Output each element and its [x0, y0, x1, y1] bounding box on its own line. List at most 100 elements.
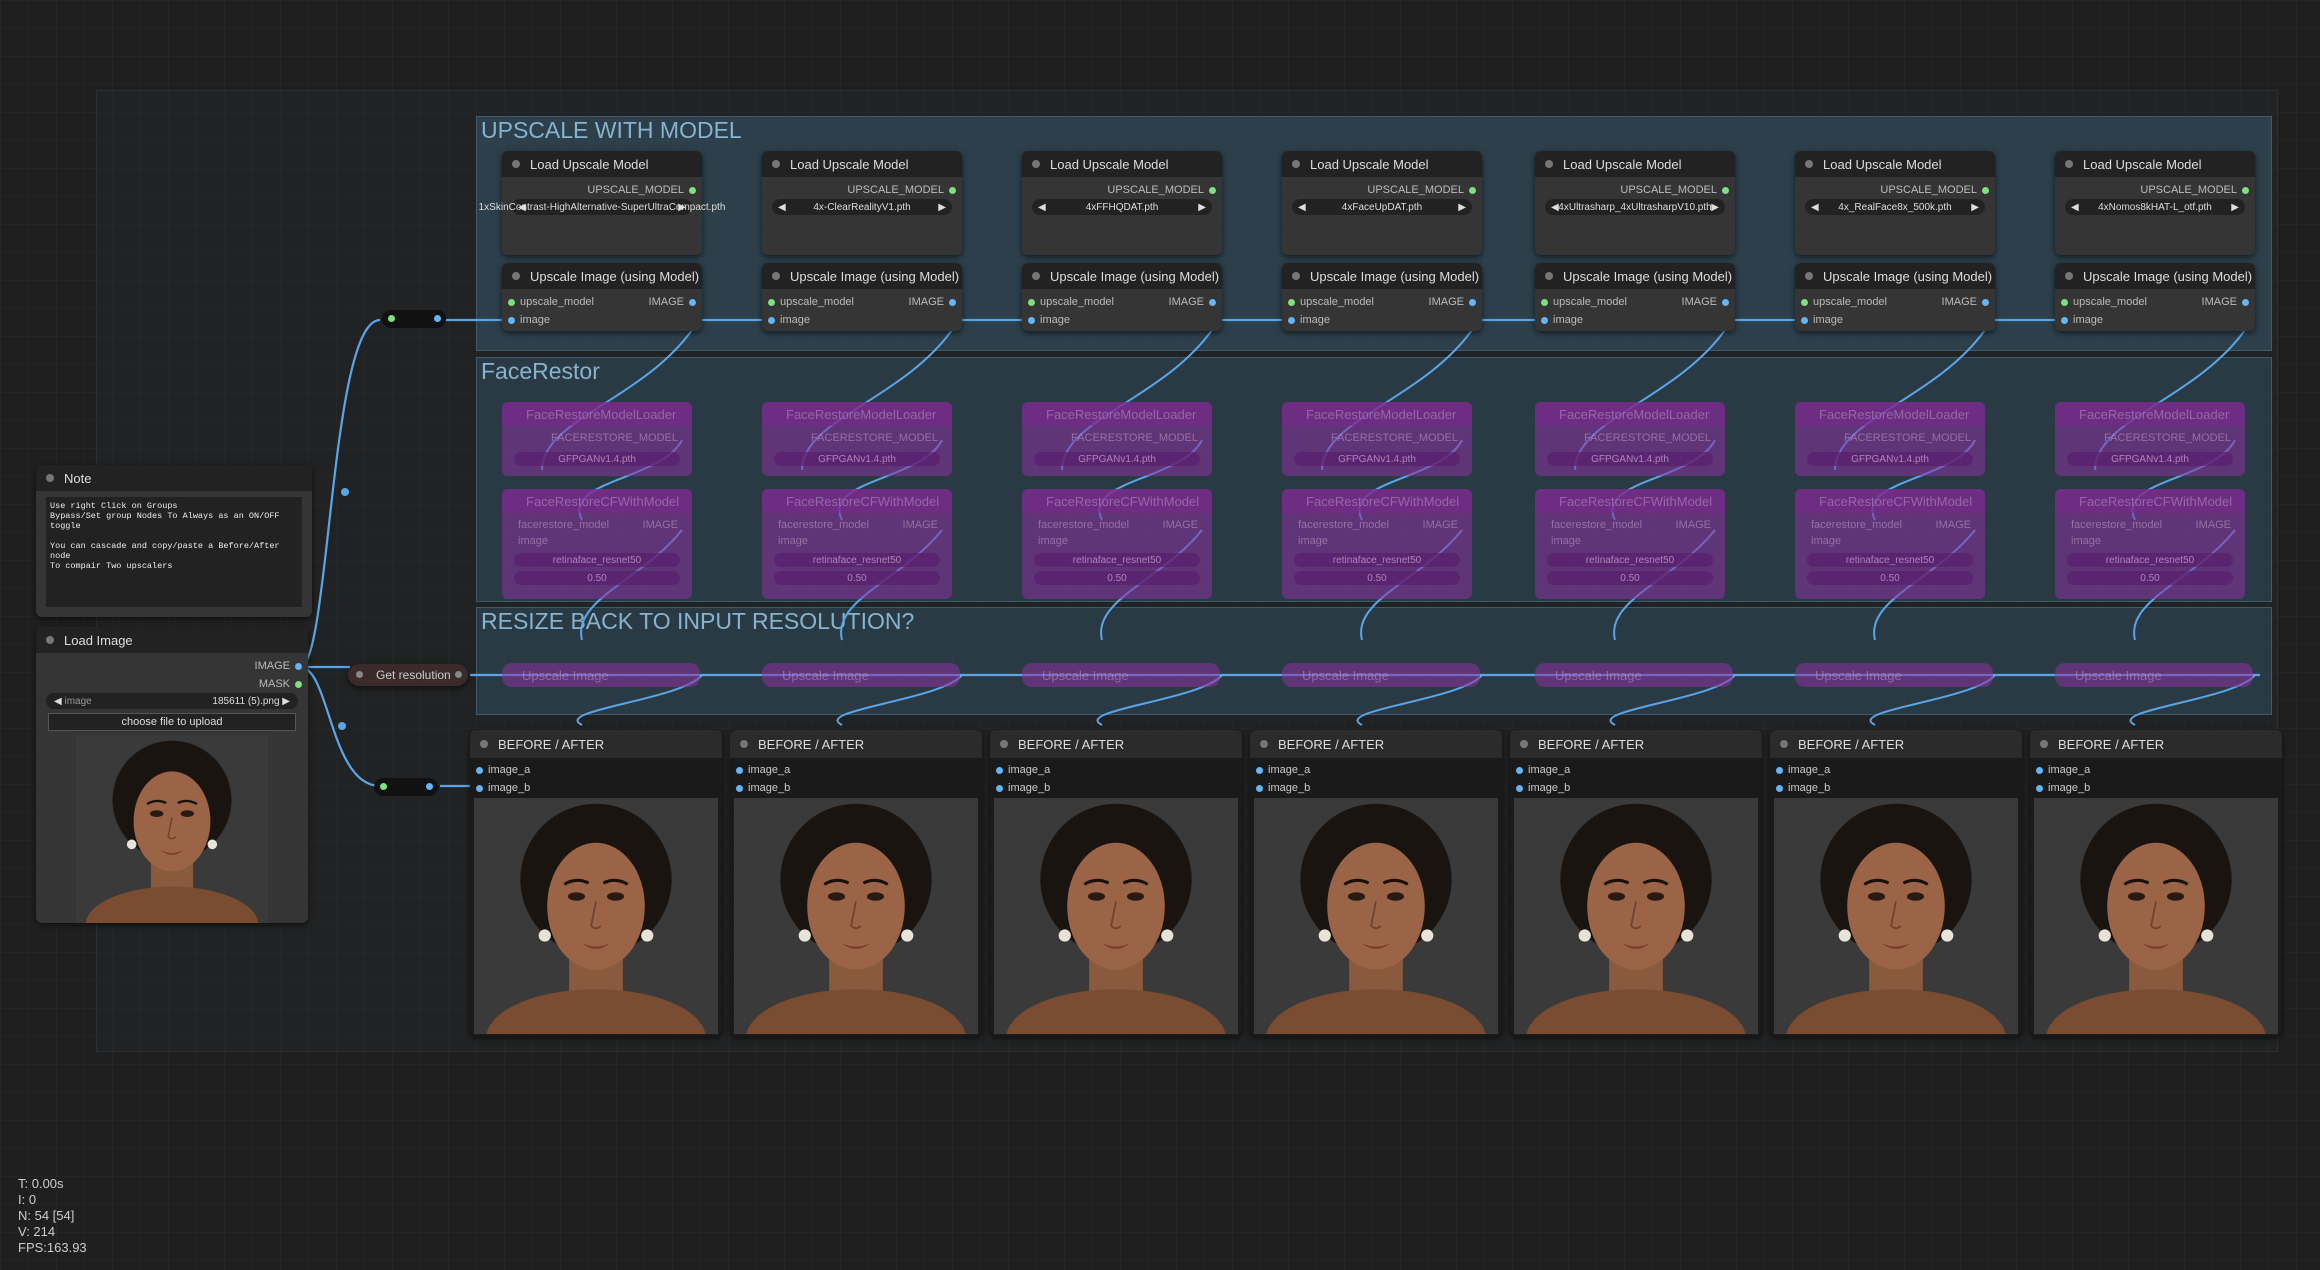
node-header[interactable]: Load Upscale Model — [1795, 151, 1995, 177]
model-widget[interactable]: GFPGANv1.4.pth — [514, 452, 680, 466]
model-widget[interactable]: GFPGANv1.4.pth — [2067, 452, 2233, 466]
chevron-right-icon[interactable]: ▶ — [2231, 202, 2239, 213]
node-header[interactable]: Upscale Image (using Model) — [2055, 263, 2255, 289]
upscale-image-node[interactable]: Upscale Image (using Model) upscale_mode… — [762, 263, 962, 331]
input-a-pin[interactable] — [2036, 767, 2043, 774]
upscale-image-bypassed-node[interactable]: Upscale Image — [502, 663, 700, 687]
load-upscale-model-node[interactable]: Load Upscale Model UPSCALE_MODEL ◀ 4x_Re… — [1795, 151, 1995, 255]
input-a-pin[interactable] — [1776, 767, 1783, 774]
facerestore-cf-node[interactable]: FaceRestoreCFWithModel facerestore_model… — [1022, 489, 1212, 599]
collapse-dot[interactable] — [480, 740, 488, 748]
upscale-image-node[interactable]: Upscale Image (using Model) upscale_mode… — [1282, 263, 1482, 331]
output-pin[interactable] — [1722, 187, 1729, 194]
model-widget[interactable]: GFPGANv1.4.pth — [1034, 452, 1200, 466]
node-header[interactable]: Upscale Image (using Model) — [502, 263, 702, 289]
facerestore-loader-node[interactable]: FaceRestoreModelLoader FACERESTORE_MODEL… — [1535, 402, 1725, 476]
model-widget[interactable]: GFPGANv1.4.pth — [1547, 452, 1713, 466]
model-widget[interactable]: GFPGANv1.4.pth — [774, 452, 940, 466]
node-header[interactable]: FaceRestoreCFWithModel — [502, 489, 692, 513]
upscale-image-bypassed-node[interactable]: Upscale Image — [1022, 663, 1220, 687]
output-pin[interactable] — [2242, 187, 2249, 194]
codeformer-weight-widget[interactable]: 0.50 — [2067, 571, 2233, 585]
facerestore-loader-node[interactable]: FaceRestoreModelLoader FACERESTORE_MODEL… — [762, 402, 952, 476]
output-pin[interactable] — [1469, 299, 1476, 306]
facerestore-cf-node[interactable]: FaceRestoreCFWithModel facerestore_model… — [1535, 489, 1725, 599]
codeformer-weight-widget[interactable]: 0.50 — [514, 571, 680, 585]
facerestore-loader-node[interactable]: FaceRestoreModelLoader FACERESTORE_MODEL… — [1282, 402, 1472, 476]
collapse-dot[interactable] — [2065, 272, 2073, 280]
output-pin[interactable] — [1469, 187, 1476, 194]
input-image-pin[interactable] — [1028, 317, 1035, 324]
collapse-dot[interactable] — [772, 160, 780, 168]
load-image-header[interactable]: Load Image — [36, 627, 308, 653]
codeformer-weight-widget[interactable]: 0.50 — [1807, 571, 1973, 585]
collapse-dot[interactable] — [1292, 272, 1300, 280]
comparison-image[interactable] — [994, 798, 1238, 1034]
codeformer-weight-widget[interactable]: 0.50 — [774, 571, 940, 585]
output-pin[interactable] — [689, 299, 696, 306]
facerestore-loader-node[interactable]: FaceRestoreModelLoader FACERESTORE_MODEL… — [502, 402, 692, 476]
node-header[interactable]: FaceRestoreCFWithModel — [2055, 489, 2245, 513]
node-header[interactable]: Upscale Image (using Model) — [1535, 263, 1735, 289]
node-header[interactable]: FaceRestoreModelLoader — [1022, 402, 1212, 426]
upscale-image-node[interactable]: Upscale Image (using Model) upscale_mode… — [2055, 263, 2255, 331]
comparison-image[interactable] — [1254, 798, 1498, 1034]
upscale-image-node[interactable]: Upscale Image (using Model) upscale_mode… — [502, 263, 702, 331]
collapse-dot[interactable] — [2065, 160, 2073, 168]
collapse-dot[interactable] — [1520, 740, 1528, 748]
node-header[interactable]: FaceRestoreModelLoader — [762, 402, 952, 426]
output-pin[interactable] — [689, 187, 696, 194]
node-header[interactable]: FaceRestoreCFWithModel — [762, 489, 952, 513]
input-a-pin[interactable] — [736, 767, 743, 774]
upscale-image-node[interactable]: Upscale Image (using Model) upscale_mode… — [1535, 263, 1735, 331]
input-image-pin[interactable] — [508, 317, 515, 324]
input-a-pin[interactable] — [1516, 767, 1523, 774]
upscale-image-node[interactable]: Upscale Image (using Model) upscale_mode… — [1022, 263, 1222, 331]
node-header[interactable]: Upscale Image (using Model) — [762, 263, 962, 289]
chevron-left-icon[interactable]: ◀ — [1811, 202, 1819, 213]
collapse-dot[interactable] — [1292, 160, 1300, 168]
chevron-right-icon[interactable]: ▶ — [938, 202, 946, 213]
before-after-node[interactable]: BEFORE / AFTER image_a image_b — [990, 730, 1242, 1036]
output-mask-pin[interactable] — [295, 681, 302, 688]
upscale-image-bypassed-node[interactable]: Upscale Image — [2055, 663, 2253, 687]
collapse-dot[interactable] — [740, 740, 748, 748]
input-b-pin[interactable] — [996, 785, 1003, 792]
model-name-widget[interactable]: ◀ 1xSkinContrast-HighAlternative-SuperUl… — [479, 199, 725, 215]
chevron-left-icon[interactable]: ◀ — [518, 202, 526, 213]
before-after-node[interactable]: BEFORE / AFTER image_a image_b — [1250, 730, 1502, 1036]
node-header[interactable]: FaceRestoreModelLoader — [1795, 402, 1985, 426]
collapse-dot[interactable] — [1545, 272, 1553, 280]
input-image-pin[interactable] — [2061, 317, 2068, 324]
chevron-left-icon[interactable]: ◀ — [1038, 202, 1046, 213]
chevron-right-icon[interactable]: ▶ — [1971, 202, 1979, 213]
node-header[interactable]: BEFORE / AFTER — [990, 730, 1242, 758]
upscale-image-bypassed-node[interactable]: Upscale Image — [1795, 663, 1993, 687]
node-header[interactable]: BEFORE / AFTER — [470, 730, 722, 758]
image-combo-widget[interactable]: ◀ image 185611 (5).png ▶ — [46, 693, 298, 709]
input-image-pin[interactable] — [1288, 317, 1295, 324]
get-resolution-node[interactable]: Get resolution — [348, 664, 468, 686]
reroute-node[interactable] — [382, 310, 446, 328]
comparison-image[interactable] — [1774, 798, 2018, 1034]
collapse-dot[interactable] — [1805, 272, 1813, 280]
model-name-widget[interactable]: ◀ 4x_RealFace8x_500k.pth ▶ — [1805, 199, 1985, 215]
output-pin[interactable] — [1722, 299, 1729, 306]
collapse-dot[interactable] — [1032, 160, 1040, 168]
node-header[interactable]: FaceRestoreCFWithModel — [1022, 489, 1212, 513]
node-header[interactable]: BEFORE / AFTER — [1770, 730, 2022, 758]
facerestore-cf-node[interactable]: FaceRestoreCFWithModel facerestore_model… — [1282, 489, 1472, 599]
chevron-left-icon[interactable]: ◀ — [54, 696, 62, 707]
comparison-image[interactable] — [1514, 798, 1758, 1034]
node-header[interactable]: BEFORE / AFTER — [730, 730, 982, 758]
input-model-pin[interactable] — [1288, 299, 1295, 306]
facerestore-cf-node[interactable]: FaceRestoreCFWithModel facerestore_model… — [762, 489, 952, 599]
before-after-node[interactable]: BEFORE / AFTER image_a image_b — [1510, 730, 1762, 1036]
load-upscale-model-node[interactable]: Load Upscale Model UPSCALE_MODEL ◀ 4xUlt… — [1535, 151, 1735, 255]
load-upscale-model-node[interactable]: Load Upscale Model UPSCALE_MODEL ◀ 1xSki… — [479, 151, 725, 255]
model-name-widget[interactable]: ◀ 4xUltrasharp_4xUltrasharpV10.pth ▶ — [1545, 199, 1725, 215]
input-b-pin[interactable] — [1776, 785, 1783, 792]
input-b-pin[interactable] — [1256, 785, 1263, 792]
model-name-widget[interactable]: ◀ 4xNomos8kHAT-L_otf.pth ▶ — [2065, 199, 2245, 215]
node-header[interactable]: Load Upscale Model — [1535, 151, 1735, 177]
